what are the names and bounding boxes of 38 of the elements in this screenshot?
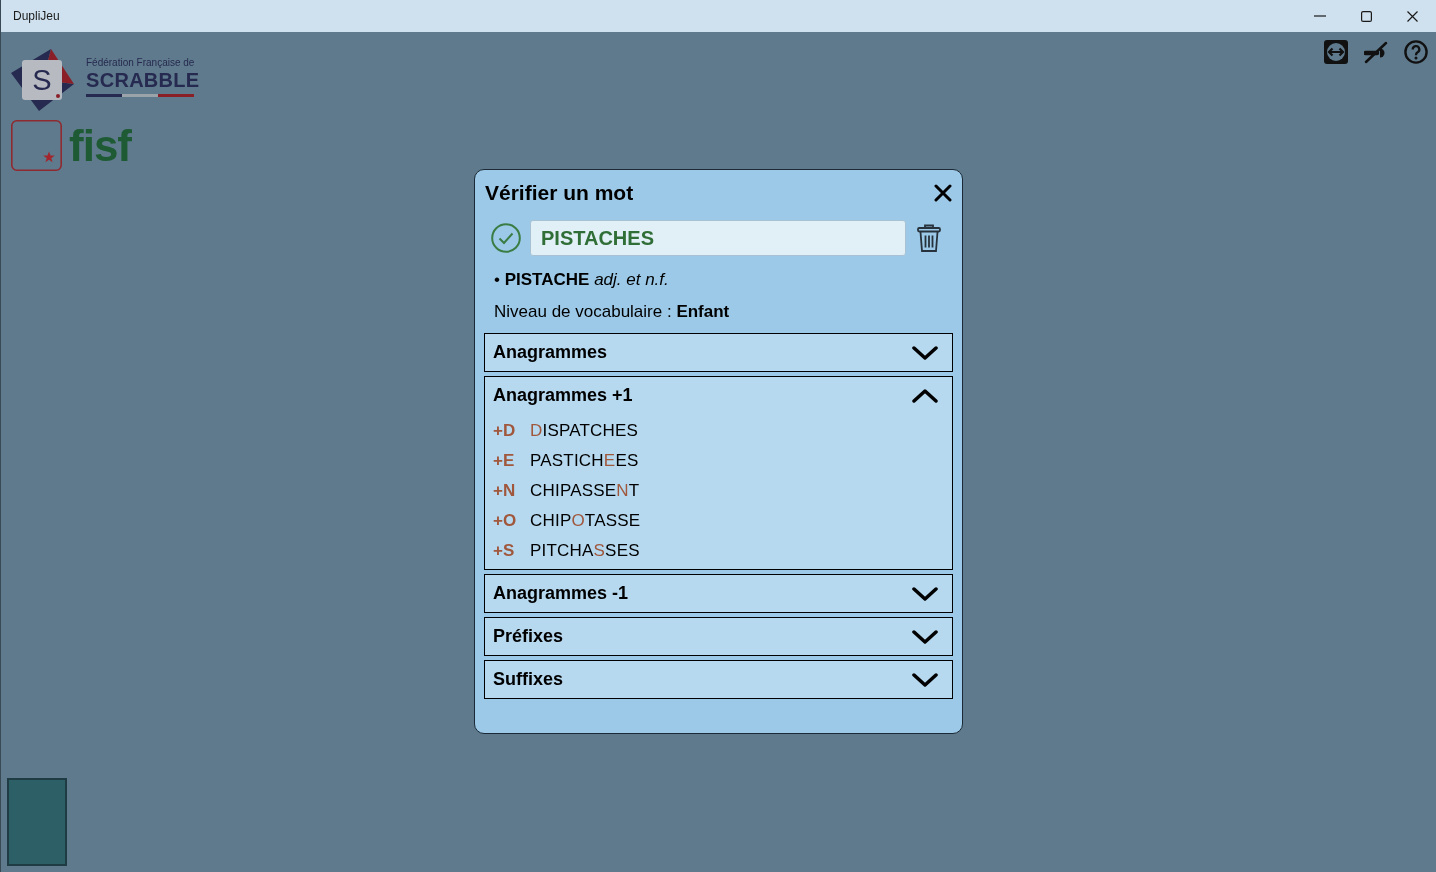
anagram-word: CHIPOTASSE: [530, 510, 641, 533]
added-letter: +E: [493, 450, 516, 473]
anagram-word: DISPATCHES: [530, 420, 639, 443]
section-title: Préfixes: [493, 625, 564, 648]
definition-text: • PISTACHE adj. et n.f.: [493, 269, 670, 291]
dialog-title: Vérifier un mot: [484, 180, 634, 207]
added-letter: +N: [493, 480, 517, 503]
chevron-up-icon[interactable]: [912, 387, 938, 404]
anagram-word: PASTICHEES: [530, 450, 639, 473]
window-title: DupliJeu: [13, 8, 60, 25]
close-icon[interactable]: [1406, 10, 1418, 22]
added-letter: +O: [493, 510, 518, 533]
maximize-icon[interactable]: [1360, 10, 1372, 22]
slashed-key-icon[interactable]: [1364, 40, 1388, 64]
close-icon[interactable]: [934, 184, 952, 202]
double-arrow-circle-icon[interactable]: [1324, 40, 1348, 64]
anagram-word: PITCHASSES: [530, 540, 640, 563]
section-title: Suffixes: [493, 668, 564, 691]
chevron-down-icon[interactable]: [912, 344, 938, 361]
trash-icon[interactable]: [916, 223, 942, 253]
logo-wordmark: SCRABBLE: [86, 69, 200, 91]
section-title: Anagrammes: [493, 341, 608, 364]
added-letter: +D: [493, 420, 517, 443]
vocabulary-level-text: Niveau de vocabulaire : Enfant: [493, 301, 731, 323]
chevron-down-icon[interactable]: [912, 585, 938, 602]
added-letter: +S: [493, 540, 516, 563]
anagram-word: CHIPASSENT: [530, 480, 640, 503]
help-icon[interactable]: [1404, 40, 1428, 64]
section-title: Anagrammes +1: [493, 384, 633, 407]
section-title: Anagrammes -1: [493, 582, 629, 605]
word-input[interactable]: PISTACHES: [530, 220, 906, 256]
star-square-icon: [11, 120, 62, 171]
chevron-down-icon[interactable]: [912, 628, 938, 645]
chevron-down-icon[interactable]: [912, 671, 938, 688]
dot-icon: [56, 94, 60, 98]
fisf-wordmark: fisf: [69, 120, 131, 171]
letter-tile: S: [22, 60, 62, 100]
logo-caption: Fédération Française de: [86, 57, 196, 69]
